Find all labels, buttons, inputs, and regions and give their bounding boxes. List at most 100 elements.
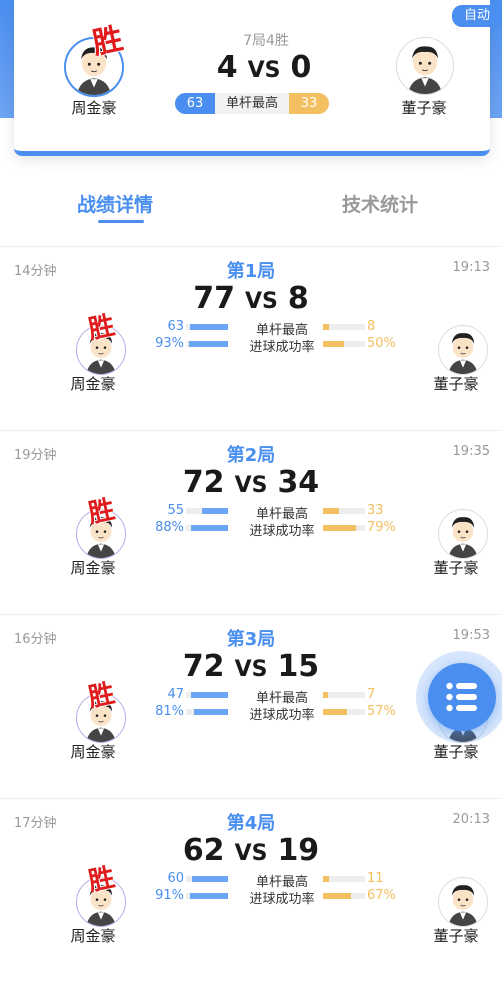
player-right-avatar[interactable]	[438, 877, 488, 927]
game-score-right: 34	[277, 465, 320, 500]
success-rate-right-bar	[323, 341, 365, 347]
best-break-row: 47 单杆最高 7	[150, 687, 400, 706]
player-avatar-icon	[439, 510, 487, 558]
success-rate-row: 91% 进球成功率 67%	[150, 888, 400, 907]
success-rate-row: 93% 进球成功率 50%	[150, 336, 400, 355]
player-right-avatar[interactable]	[438, 509, 488, 559]
success-rate-left-bar	[186, 341, 228, 347]
list-menu-icon	[446, 682, 477, 712]
best-break-left-fill	[190, 324, 228, 330]
success-rate-right-bar	[323, 525, 365, 531]
player-left-name: 周金豪	[70, 559, 116, 577]
match-format: 7局4胜	[243, 33, 289, 49]
success-rate-row: 88% 进球成功率 79%	[150, 520, 400, 539]
success-rate-left-value: 93%	[155, 336, 184, 351]
tab-tech-stats[interactable]: 技术统计	[342, 190, 418, 217]
success-rate-label: 进球成功率	[249, 708, 315, 723]
game-score: 62 VS 19	[150, 833, 352, 868]
best-break-label: 单杆最高	[225, 96, 278, 111]
best-break-left-value: 60	[167, 871, 184, 886]
game-card[interactable]: 14分钟 第1局 19:13 77 VS 8 胜周金豪 董子豪 63 单杆最高 8 93% 进球成功率 5…	[0, 247, 502, 430]
game-score: 72 VS 15	[150, 649, 352, 684]
game-score: 72 VS 34	[150, 465, 352, 500]
best-break-right-fill	[323, 324, 330, 330]
vs-label: VS	[234, 657, 268, 682]
success-rate-label: 进球成功率	[249, 524, 315, 539]
success-rate-left-value: 88%	[155, 520, 184, 535]
best-break-left-fill	[191, 692, 228, 698]
best-break-right-bar	[323, 508, 365, 514]
game-score-right: 8	[287, 281, 309, 316]
success-rate-right-value: 67%	[367, 888, 396, 903]
best-break-right-bar	[323, 876, 365, 882]
game-score: 77 VS 8	[150, 281, 352, 316]
game-score-right: 19	[277, 833, 320, 868]
success-rate-right-fill	[323, 893, 352, 899]
tab-bar: 战绩详情 技术统计	[0, 190, 502, 230]
vs-label: VS	[234, 841, 268, 866]
best-break-right-bar	[323, 692, 365, 698]
score-right: 0	[290, 50, 312, 85]
best-break-right-fill	[323, 692, 329, 698]
best-break-right-value: 7	[367, 687, 376, 702]
success-rate-right-fill	[323, 709, 347, 715]
game-title: 第4局	[226, 813, 276, 834]
success-rate-row: 81% 进球成功率 57%	[150, 704, 400, 723]
best-break-right-fill	[323, 876, 330, 882]
success-rate-right-fill	[323, 341, 344, 347]
game-time: 20:13	[452, 812, 490, 827]
success-rate-right-fill	[323, 525, 357, 531]
game-time: 19:35	[452, 444, 490, 459]
player-right-name: 董子豪	[433, 375, 479, 393]
success-rate-right-value: 50%	[367, 336, 396, 351]
game-duration: 16分钟	[14, 632, 57, 647]
success-rate-left-fill	[193, 709, 228, 715]
active-tab-indicator	[98, 220, 144, 223]
match-summary-card: 胜 周金豪 7局4胜 4 VS 0 63 单杆最高 33 董子豪 自动	[14, 0, 502, 156]
best-break-pill: 63 单杆最高 33	[175, 93, 329, 114]
game-card[interactable]: 19分钟 第2局 19:35 72 VS 34 胜周金豪 董子豪 55 单杆最高 33 88% 进球成功…	[0, 431, 502, 614]
player-avatar-icon	[397, 38, 453, 94]
best-break-left-bar	[186, 324, 228, 330]
best-break-right-bar	[323, 324, 365, 330]
success-rate-left-fill	[188, 341, 228, 347]
best-break-left-bar	[186, 692, 228, 698]
game-title: 第2局	[226, 445, 276, 466]
best-break-left-fill	[201, 508, 228, 514]
best-break-row: 63 单杆最高 8	[150, 319, 400, 338]
success-rate-label: 进球成功率	[249, 892, 315, 907]
vs-label: VS	[234, 473, 268, 498]
best-break-left-value: 55	[167, 503, 184, 518]
player-left-name: 周金豪	[70, 927, 116, 945]
player-right-name: 董子豪	[433, 743, 479, 761]
player-right-name: 董子豪	[433, 927, 479, 945]
success-rate-left-fill	[191, 525, 228, 531]
player-right-avatar[interactable]	[396, 37, 454, 95]
vs-label: VS	[245, 289, 278, 314]
best-break-right-value: 33	[367, 503, 384, 518]
best-break-row: 60 单杆最高 11	[150, 871, 400, 890]
tab-match-details[interactable]: 战绩详情	[77, 190, 153, 217]
best-break-right-value: 8	[367, 319, 376, 334]
game-score-left: 62	[182, 833, 225, 868]
best-break-left: 63	[175, 93, 215, 114]
player-right-avatar[interactable]	[438, 325, 488, 375]
menu-fab-button[interactable]	[428, 663, 496, 731]
game-card[interactable]: 17分钟 第4局 20:13 62 VS 19 胜周金豪 董子豪 60 单杆最高 11 91% 进球成功…	[0, 799, 502, 982]
player-right-name: 董子豪	[433, 559, 479, 577]
best-break-right-fill	[323, 508, 339, 514]
success-rate-right-bar	[323, 893, 365, 899]
best-break-left-value: 47	[167, 687, 184, 702]
best-break-left-bar	[186, 508, 228, 514]
best-break-row: 55 单杆最高 33	[150, 503, 400, 522]
success-rate-left-value: 91%	[155, 888, 184, 903]
game-duration: 14分钟	[14, 264, 57, 279]
auto-badge[interactable]: 自动	[452, 5, 502, 27]
success-rate-left-value: 81%	[155, 704, 184, 719]
player-left-name: 周金豪	[70, 743, 116, 761]
game-duration: 17分钟	[14, 816, 57, 831]
vs-label: VS	[247, 58, 281, 83]
game-duration: 19分钟	[14, 448, 57, 463]
success-rate-right-value: 79%	[367, 520, 396, 535]
game-score-left: 72	[182, 465, 225, 500]
